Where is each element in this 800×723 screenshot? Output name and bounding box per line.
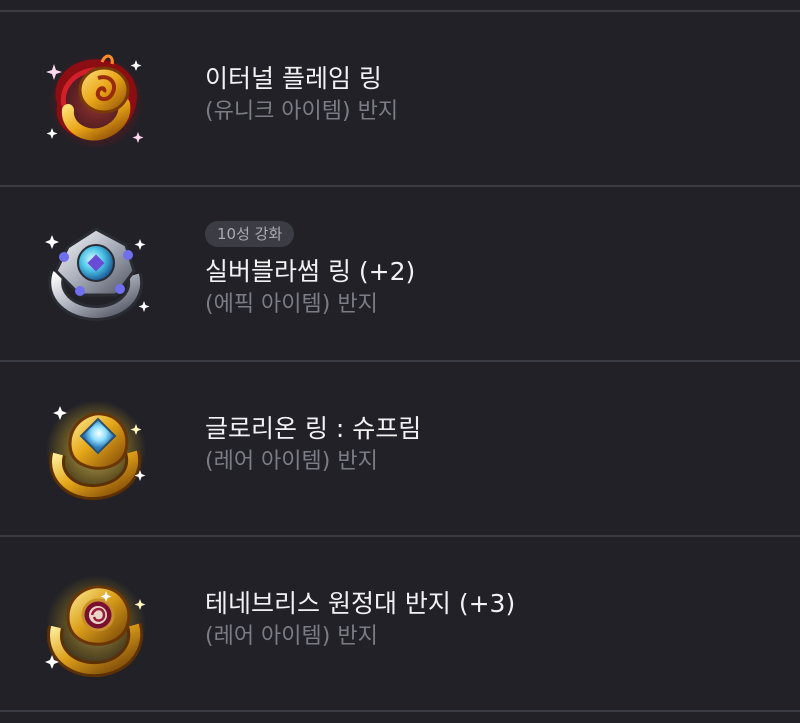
item-name: 테네브리스 원정대 반지 (+3) — [205, 589, 516, 618]
glorion-ring-icon — [40, 394, 152, 506]
eternal-flame-ring-icon — [40, 44, 152, 156]
item-info: 테네브리스 원정대 반지 (+3) (레어 아이템) 반지 — [205, 588, 780, 652]
item-name: 실버블라썸 링 (+2) — [205, 257, 416, 286]
enhancement-badge: 10성 강화 — [205, 221, 295, 247]
silver-blossom-ring-icon — [40, 215, 152, 327]
item-row-tenebris-expedition-ring[interactable]: 테네브리스 원정대 반지 (+3) (레어 아이템) 반지 — [0, 537, 800, 709]
divider — [0, 710, 800, 712]
item-row-silver-blossom-ring[interactable]: 10성 강화 실버블라썸 링 (+2) (에픽 아이템) 반지 — [0, 187, 800, 359]
item-info: 10성 강화 실버블라썸 링 (+2) (에픽 아이템) 반지 — [205, 221, 780, 320]
item-type: (유니크 아이템) 반지 — [205, 99, 399, 124]
item-name: 이터널 플레임 링 — [205, 64, 382, 93]
item-type: (에픽 아이템) 반지 — [205, 292, 378, 317]
item-type: (레어 아이템) 반지 — [205, 624, 378, 649]
item-type: (레어 아이템) 반지 — [205, 449, 378, 474]
item-list: 이터널 플레임 링 (유니크 아이템) 반지 10성 강화 실버블라썸 링 (+… — [0, 0, 800, 723]
tenebris-expedition-ring-icon — [40, 569, 152, 681]
item-row-glorion-ring[interactable]: 글로리온 링 : 슈프림 (레어 아이템) 반지 — [0, 362, 800, 534]
item-name: 글로리온 링 : 슈프림 — [205, 414, 422, 443]
item-row-eternal-flame-ring[interactable]: 이터널 플레임 링 (유니크 아이템) 반지 — [0, 12, 800, 184]
item-info: 이터널 플레임 링 (유니크 아이템) 반지 — [205, 63, 780, 127]
item-info: 글로리온 링 : 슈프림 (레어 아이템) 반지 — [205, 413, 780, 477]
